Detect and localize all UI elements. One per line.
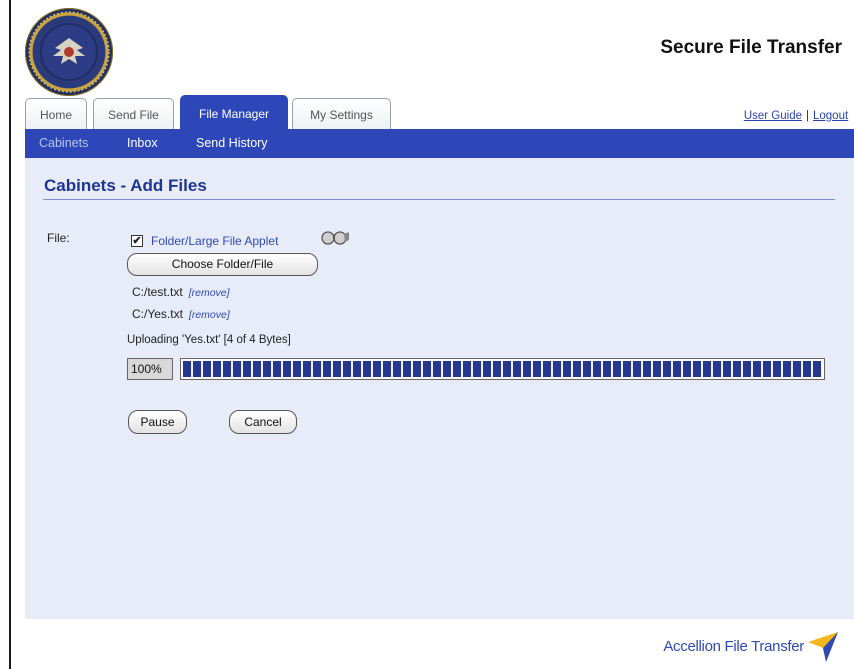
link-separator: | (806, 110, 809, 122)
progress-percent: 100% (127, 358, 173, 380)
file-path: C:/test.txt (132, 285, 183, 299)
tab-send-file[interactable]: Send File (93, 98, 174, 129)
subnav-item-send-history[interactable]: Send History (196, 136, 268, 150)
page-title: Cabinets - Add Files (44, 176, 207, 195)
accellion-logo-icon (806, 628, 840, 669)
applet-link[interactable]: Folder/Large File Applet (151, 234, 278, 248)
logout-link[interactable]: Logout (813, 110, 854, 122)
user-guide-link[interactable]: User Guide (744, 110, 802, 122)
tab-file-manager[interactable]: File Manager (180, 95, 288, 129)
tab-home[interactable]: Home (25, 98, 87, 129)
pause-button[interactable]: Pause (128, 410, 187, 434)
footer-brand: Accellion File Transfer (663, 638, 804, 655)
sub-navigation: Cabinets Inbox Send History (25, 129, 854, 158)
top-links: User Guide | Logout (744, 110, 854, 122)
cancel-button[interactable]: Cancel (229, 410, 297, 434)
title-divider (43, 199, 835, 200)
agency-seal-logo (25, 8, 113, 96)
applet-checkbox[interactable]: ✔ (131, 235, 143, 247)
content-panel: Cabinets - Add Files File: ✔ Folder/Larg… (25, 158, 854, 619)
file-label: File: (47, 231, 70, 245)
choose-folder-file-button[interactable]: Choose Folder/File (127, 253, 318, 276)
upload-status: Uploading 'Yes.txt' [4 of 4 Bytes] (127, 334, 291, 346)
remove-file-link[interactable]: [remove] (189, 309, 230, 321)
help-glasses-icon[interactable] (320, 230, 350, 251)
app-title: Secure File Transfer (660, 37, 842, 58)
subnav-item-inbox[interactable]: Inbox (127, 136, 158, 150)
file-path: C:/Yes.txt (132, 307, 183, 321)
remove-file-link[interactable]: [remove] (189, 287, 230, 299)
progress-fill (183, 361, 822, 377)
file-row: C:/test.txt [remove] (132, 285, 230, 299)
file-row: C:/Yes.txt [remove] (132, 307, 230, 321)
subnav-item-cabinets[interactable]: Cabinets (39, 136, 88, 150)
upload-progress-bar (180, 358, 825, 380)
tab-my-settings[interactable]: My Settings (292, 98, 391, 129)
